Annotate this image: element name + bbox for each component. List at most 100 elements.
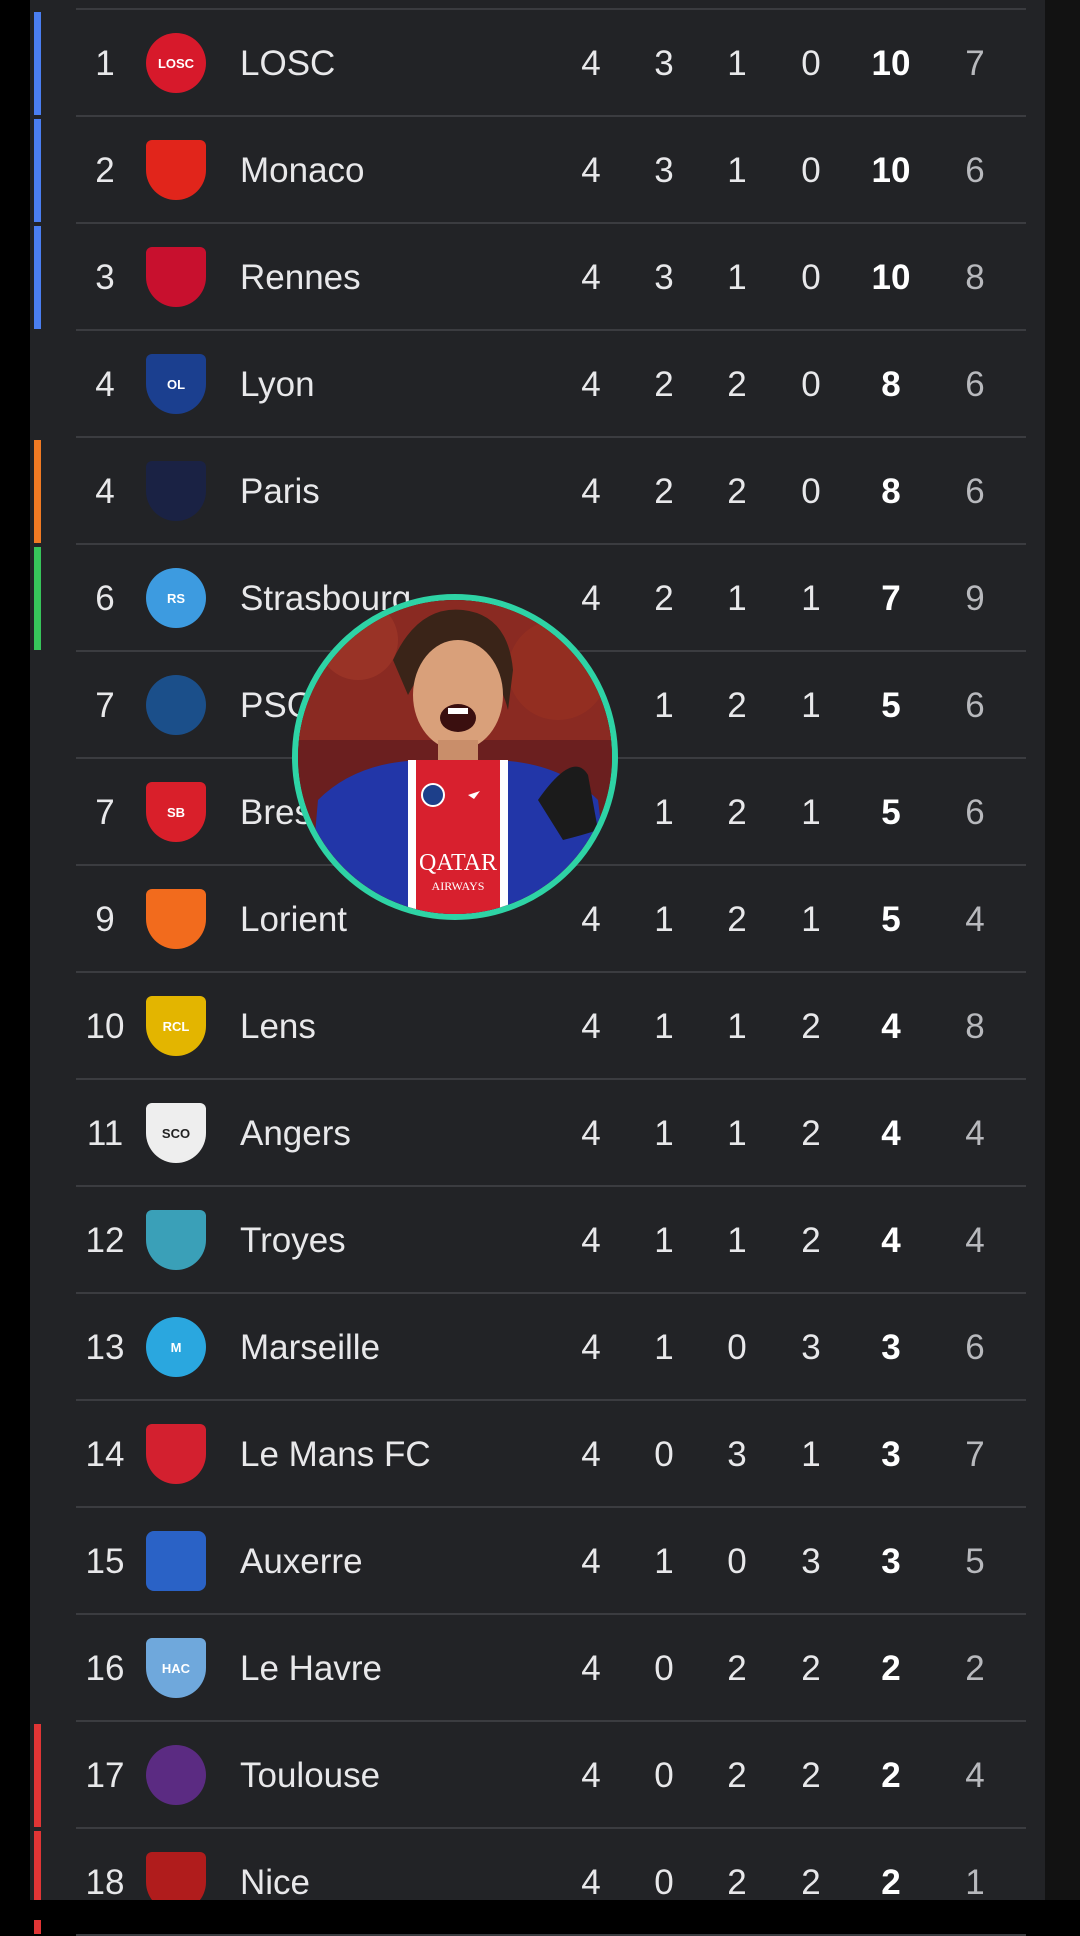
team-name[interactable]: Lyon (240, 331, 560, 438)
team-name[interactable]: Angers (240, 1080, 560, 1187)
points: 3 (881, 1435, 901, 1474)
points: 3 (881, 1542, 901, 1581)
goal-difference: 8 (965, 258, 985, 297)
wins: 1 (654, 1542, 674, 1581)
rank: 1 (95, 44, 115, 83)
goal-difference: 8 (965, 1007, 985, 1046)
points: 3 (881, 1328, 901, 1367)
team-name[interactable]: Toulouse (240, 1722, 560, 1829)
points: 5 (881, 793, 901, 832)
lens-crest-icon: RCL (146, 996, 206, 1056)
rank: 2 (95, 151, 115, 190)
points: 2 (881, 1756, 901, 1795)
draws: 1 (727, 1114, 747, 1153)
team-name[interactable]: LOSC (240, 10, 560, 117)
goal-difference: 6 (965, 472, 985, 511)
team-name[interactable]: Le Mans FC (240, 1401, 560, 1508)
table-row[interactable]: 16 HAC Le Havre 4 0 2 2 2 2 (30, 1615, 1045, 1722)
draws: 2 (727, 793, 747, 832)
wins: 2 (654, 365, 674, 404)
wins: 2 (654, 579, 674, 618)
draws: 2 (727, 900, 747, 939)
goal-difference: 6 (965, 1328, 985, 1367)
table-row[interactable]: 12 Troyes 4 1 1 2 4 4 (30, 1187, 1045, 1294)
team-name[interactable]: Troyes (240, 1187, 560, 1294)
paris-fc-crest-icon (146, 461, 206, 521)
goal-difference: 6 (965, 365, 985, 404)
team-name[interactable]: Monaco (240, 117, 560, 224)
rank: 15 (85, 1542, 125, 1581)
goal-difference: 7 (965, 1435, 985, 1474)
rank: 14 (85, 1435, 125, 1474)
matches-played: 4 (581, 1542, 601, 1581)
team-name[interactable]: Le Havre (240, 1615, 560, 1722)
draws: 0 (727, 1328, 747, 1367)
points: 7 (881, 579, 901, 618)
rank: 7 (95, 793, 115, 832)
losses: 2 (801, 1649, 821, 1688)
losses: 0 (801, 44, 821, 83)
table-row[interactable]: 4 OL Lyon 4 2 2 0 8 6 (30, 331, 1045, 438)
sponsor-line2: AIRWAYS (432, 879, 485, 893)
losses: 1 (801, 579, 821, 618)
toulouse-crest-icon (146, 1745, 206, 1805)
points: 5 (881, 686, 901, 725)
points: 10 (871, 258, 911, 297)
goal-difference: 6 (965, 686, 985, 725)
strasbourg-crest-icon: RS (146, 568, 206, 628)
team-name[interactable]: Rennes (240, 224, 560, 331)
losses: 0 (801, 151, 821, 190)
lorient-crest-icon (146, 889, 206, 949)
lyon-crest-icon: OL (146, 354, 206, 414)
qualification-stripe (34, 440, 41, 543)
points: 4 (881, 1114, 901, 1153)
losses: 3 (801, 1542, 821, 1581)
table-row[interactable]: 3 Rennes 4 3 1 0 10 8 (30, 224, 1045, 331)
table-row[interactable]: 13 M Marseille 4 1 0 3 3 6 (30, 1294, 1045, 1401)
losses: 1 (801, 1435, 821, 1474)
table-row[interactable]: 2 Monaco 4 3 1 0 10 6 (30, 117, 1045, 224)
goal-difference: 4 (965, 1221, 985, 1260)
marseille-crest-icon: M (146, 1317, 206, 1377)
team-name[interactable]: Paris (240, 438, 560, 545)
table-row[interactable]: 15 Auxerre 4 1 0 3 3 5 (30, 1508, 1045, 1615)
losses: 0 (801, 258, 821, 297)
wins: 1 (654, 686, 674, 725)
team-name[interactable]: Lens (240, 973, 560, 1080)
losses: 2 (801, 1114, 821, 1153)
table-row[interactable]: 14 Le Mans FC 4 0 3 1 3 7 (30, 1401, 1045, 1508)
losses: 1 (801, 900, 821, 939)
wins: 1 (654, 900, 674, 939)
wins: 2 (654, 472, 674, 511)
draws: 1 (727, 258, 747, 297)
losses: 0 (801, 472, 821, 511)
goal-difference: 5 (965, 1542, 985, 1581)
player-photo-overlay[interactable]: QATAR AIRWAYS (292, 594, 618, 920)
wins: 1 (654, 1007, 674, 1046)
rank: 16 (85, 1649, 125, 1688)
table-row[interactable]: 10 RCL Lens 4 1 1 2 4 8 (30, 973, 1045, 1080)
losses: 2 (801, 1007, 821, 1046)
draws: 2 (727, 686, 747, 725)
team-name[interactable]: Marseille (240, 1294, 560, 1401)
bottom-bar (0, 1900, 1080, 1920)
rank: 11 (86, 1114, 124, 1153)
points: 8 (881, 365, 901, 404)
screen: 1 LOSC LOSC 4 3 1 0 10 7 2 Monaco 4 3 1 0 10 6 3 Rennes 4 3 1… (0, 0, 1080, 1936)
rank: 17 (85, 1756, 125, 1795)
draws: 0 (727, 1542, 747, 1581)
wins: 3 (654, 258, 674, 297)
losses: 3 (801, 1328, 821, 1367)
draws: 1 (727, 151, 747, 190)
qualification-stripe (34, 547, 41, 650)
table-row[interactable]: 4 Paris 4 2 2 0 8 6 (30, 438, 1045, 545)
table-row[interactable]: 17 Toulouse 4 0 2 2 2 4 (30, 1722, 1045, 1829)
table-row[interactable]: 11 SCO Angers 4 1 1 2 4 4 (30, 1080, 1045, 1187)
team-name[interactable]: Auxerre (240, 1508, 560, 1615)
goal-difference: 6 (965, 151, 985, 190)
table-row[interactable]: 1 LOSC LOSC 4 3 1 0 10 7 (30, 10, 1045, 117)
wins: 1 (654, 1114, 674, 1153)
rank: 9 (95, 900, 115, 939)
goal-difference: 9 (965, 579, 985, 618)
angers-crest-icon: SCO (146, 1103, 206, 1163)
